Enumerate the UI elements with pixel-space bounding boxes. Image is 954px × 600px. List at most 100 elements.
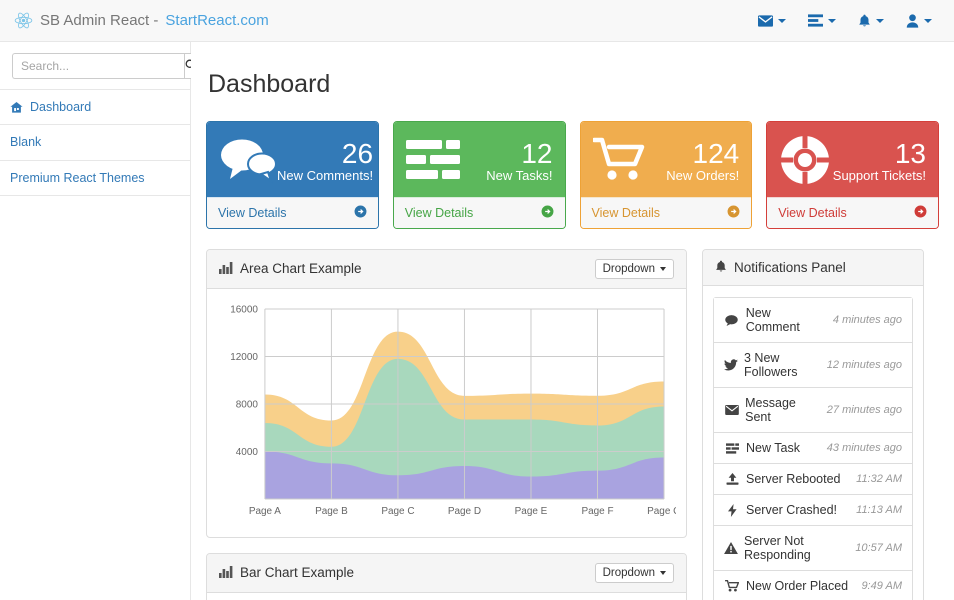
panel-header: Bar Chart Example Dropdown — [207, 554, 686, 593]
bell-icon — [715, 260, 727, 276]
chevron-down-icon — [660, 267, 666, 271]
notification-label: Server Rebooted — [746, 472, 841, 486]
notification-time: 12 minutes ago — [821, 359, 902, 371]
notification-item[interactable]: New Comment4 minutes ago — [714, 298, 912, 343]
stat-card-body: 12 New Tasks! — [394, 122, 565, 197]
tasks-icon — [808, 14, 823, 27]
notification-item[interactable]: Server Not Responding10:57 AM — [714, 526, 912, 571]
notifications-list: New Comment4 minutes ago3 New Followers1… — [713, 297, 913, 600]
stat-card-label: Support Tickets! — [833, 169, 926, 183]
bar-chart-icon — [219, 566, 233, 581]
tasks-icon — [724, 443, 740, 454]
stat-card-count: 26 — [277, 139, 373, 168]
stat-card-count: 124 — [666, 139, 739, 168]
dashboard-icon — [10, 102, 23, 113]
brand-text: SB Admin React - — [40, 12, 158, 29]
life-ring-icon — [779, 134, 831, 189]
stat-card-support-tickets[interactable]: 13 Support Tickets! View Details — [766, 121, 939, 229]
view-details-link[interactable]: View Details — [767, 197, 938, 228]
sidebar-item-premium-react-themes[interactable]: Premium React Themes — [0, 160, 190, 196]
stat-card-label: New Comments! — [277, 169, 373, 183]
circle-arrow-right-icon — [541, 205, 554, 221]
sidebar-item-label: Blank — [10, 134, 41, 150]
svg-text:4000: 4000 — [236, 447, 259, 458]
svg-text:12000: 12000 — [230, 352, 258, 363]
notification-item[interactable]: Server Crashed! 11:13 AM — [714, 495, 912, 526]
panel-title: Bar Chart Example — [240, 566, 354, 580]
svg-text:Page D: Page D — [448, 506, 481, 517]
shopping-cart-icon — [724, 580, 740, 592]
circle-arrow-right-icon — [354, 205, 367, 221]
stat-card-values: 12 New Tasks! — [486, 139, 552, 182]
messages-dropdown[interactable] — [758, 15, 786, 27]
stat-card-label: New Tasks! — [486, 169, 552, 183]
top-navbar: SB Admin React - StartReact.com — [0, 0, 954, 42]
warning-icon — [724, 542, 738, 554]
stat-card-label: New Orders! — [666, 169, 739, 183]
view-details-link[interactable]: View Details — [581, 197, 752, 228]
notification-time: 27 minutes ago — [821, 404, 902, 416]
notification-item[interactable]: New Task 43 minutes ago — [714, 433, 912, 464]
chevron-down-icon — [828, 19, 836, 23]
notification-label: Message Sent — [745, 396, 821, 424]
notification-item[interactable]: New Order Placed9:49 AM — [714, 571, 912, 600]
view-details-link[interactable]: View Details — [394, 197, 565, 228]
notification-time: 4 minutes ago — [827, 314, 902, 326]
notification-label: New Task — [746, 441, 800, 455]
search-input[interactable] — [12, 53, 184, 79]
panel-body: 400080001200016000Page APage BPage CPage… — [207, 289, 686, 537]
alerts-dropdown[interactable] — [858, 14, 884, 28]
notification-item[interactable]: 3 New Followers12 minutes ago — [714, 343, 912, 388]
react-logo-icon — [14, 11, 33, 30]
stat-card-body: 26 New Comments! — [207, 122, 378, 197]
notification-time: 43 minutes ago — [821, 442, 902, 454]
sidebar-item-label: Premium React Themes — [10, 170, 145, 186]
sidebar: Dashboard Blank Premium React Themes — [0, 42, 191, 600]
dashboard-row: Area Chart Example Dropdown 400080001200… — [206, 249, 939, 600]
sidebar-nav: Dashboard Blank Premium React Themes — [0, 89, 190, 196]
bar-chart-dropdown-button[interactable]: Dropdown — [595, 563, 674, 583]
notification-item[interactable]: Message Sent27 minutes ago — [714, 388, 912, 433]
comments-icon — [219, 136, 277, 187]
user-dropdown[interactable] — [906, 14, 932, 28]
circle-arrow-right-icon — [914, 205, 927, 221]
notification-item[interactable]: Server Rebooted11:32 AM — [714, 464, 912, 495]
tasks-dropdown[interactable] — [808, 14, 836, 27]
sidebar-item-blank[interactable]: Blank — [0, 124, 190, 159]
dropdown-label: Dropdown — [603, 567, 655, 579]
notification-time: 11:13 AM — [850, 504, 902, 516]
stat-card-values: 13 Support Tickets! — [833, 139, 926, 182]
view-details-label: View Details — [218, 206, 287, 220]
stat-card-count: 13 — [833, 139, 926, 168]
notification-label: 3 New Followers — [744, 351, 821, 379]
notification-label: Server Not Responding — [744, 534, 849, 562]
panel-header: Notifications Panel — [703, 250, 923, 286]
navbar-right-menu — [758, 14, 940, 28]
stat-card-new-comments[interactable]: 26 New Comments! View Details — [206, 121, 379, 229]
circle-arrow-right-icon — [727, 205, 740, 221]
view-details-label: View Details — [592, 206, 661, 220]
notification-time: 10:57 AM — [849, 542, 902, 554]
charts-column: Area Chart Example Dropdown 400080001200… — [206, 249, 687, 600]
view-details-label: View Details — [405, 206, 474, 220]
panel-title: Area Chart Example — [240, 262, 362, 276]
area-chart-panel: Area Chart Example Dropdown 400080001200… — [206, 249, 687, 538]
brand-link[interactable]: SB Admin React - StartReact.com — [14, 11, 269, 30]
sidebar-item-dashboard[interactable]: Dashboard — [0, 89, 190, 124]
bar-chart-icon — [219, 262, 233, 277]
panel-title: Notifications Panel — [734, 261, 846, 275]
view-details-link[interactable]: View Details — [207, 197, 378, 228]
bar-chart-panel: Bar Chart Example Dropdown — [206, 553, 687, 600]
stat-card-body: 13 Support Tickets! — [767, 122, 938, 197]
stat-card-values: 26 New Comments! — [277, 139, 373, 182]
dropdown-label: Dropdown — [603, 263, 655, 275]
stat-card-new-orders[interactable]: 124 New Orders! View Details — [580, 121, 753, 229]
bolt-icon — [724, 504, 740, 517]
stat-card-new-tasks[interactable]: 12 New Tasks! View Details — [393, 121, 566, 229]
notification-label: New Order Placed — [746, 579, 848, 593]
notification-label: New Comment — [746, 306, 827, 334]
notification-label: Server Crashed! — [746, 503, 837, 517]
user-icon — [906, 14, 919, 28]
stat-cards-row: 26 New Comments! View Details — [206, 121, 939, 229]
area-chart-dropdown-button[interactable]: Dropdown — [595, 259, 674, 279]
